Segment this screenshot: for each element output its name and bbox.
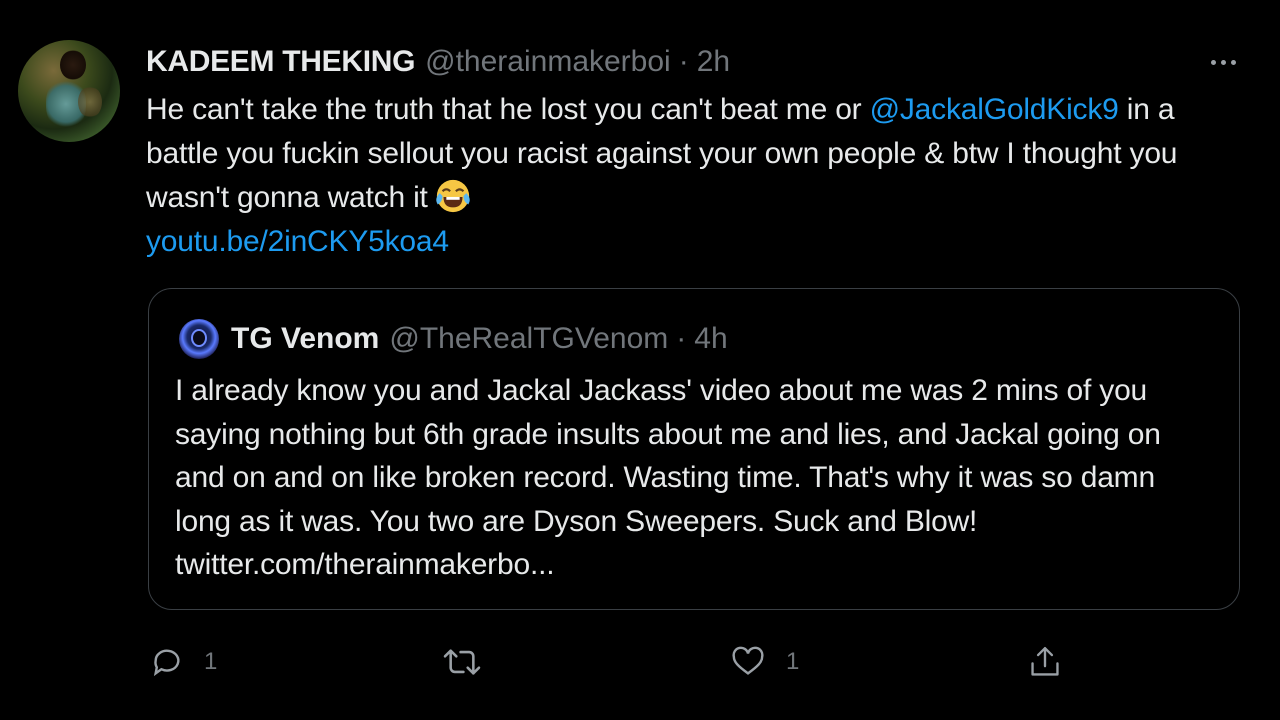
like-button[interactable]: 1 — [730, 640, 799, 684]
tweet-actions-bar: 1 1 — [0, 640, 1280, 684]
quoted-tweet-card[interactable]: TG Venom @TheRealTGVenom · 4h I already … — [148, 288, 1240, 610]
author-name[interactable]: KADEEM THEKING — [146, 45, 415, 79]
share-button[interactable] — [1028, 640, 1062, 684]
retweet-icon — [443, 649, 481, 675]
quoted-author-avatar — [179, 319, 219, 359]
separator-dot: · — [678, 45, 689, 78]
author-handle[interactable]: @therainmakerboi — [425, 45, 671, 79]
tweet-time[interactable]: 2h — [697, 45, 730, 79]
quoted-tweet-time: 4h — [694, 322, 728, 355]
laughing-tears-emoji-icon — [435, 179, 470, 213]
like-count: 1 — [786, 648, 800, 675]
more-icon[interactable] — [1203, 52, 1243, 72]
quoted-tweet-header: TG Venom @TheRealTGVenom · 4h — [179, 319, 728, 359]
author-avatar[interactable] — [18, 40, 120, 142]
quoted-separator-dot: · — [676, 322, 687, 355]
quoted-author-handle: @TheRealTGVenom — [389, 322, 669, 355]
reply-count: 1 — [204, 648, 218, 675]
quoted-tweet-text: I already know you and Jackal Jackass' v… — [175, 374, 1161, 581]
retweet-button[interactable] — [442, 640, 502, 684]
mention-link[interactable]: @JackalGoldKick9 — [870, 93, 1119, 126]
like-icon — [732, 646, 764, 675]
tweet-header: KADEEM THEKING @therainmakerboi · 2h — [146, 42, 730, 82]
reply-button[interactable]: 1 — [150, 640, 217, 684]
reply-icon — [153, 649, 180, 677]
youtube-link[interactable]: youtu.be/2inCKY5koa4 — [146, 225, 449, 258]
tweet-text-part-1: He can't take the truth that he lost you… — [146, 93, 870, 126]
share-icon — [1031, 646, 1059, 676]
quoted-author-name: TG Venom — [231, 322, 380, 355]
tweet-text: He can't take the truth that he lost you… — [146, 88, 1246, 264]
